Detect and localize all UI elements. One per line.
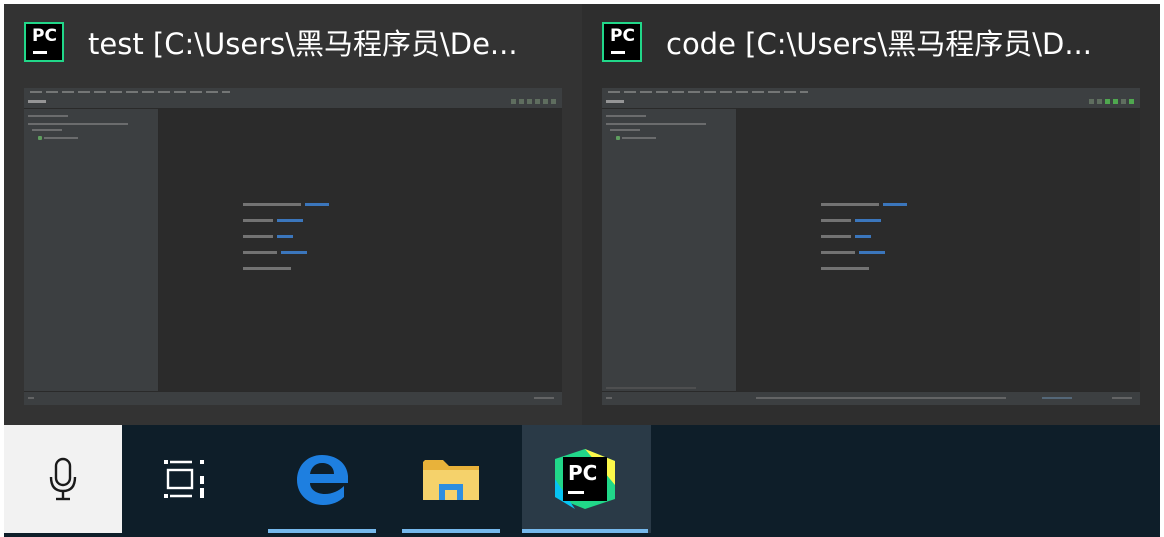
preview-status-bar [24,391,562,405]
preview-editor [159,109,562,392]
edge-taskbar-button[interactable] [268,425,376,533]
active-indicator [522,529,648,533]
task-view-button[interactable] [122,425,246,533]
preview-toolbar [24,96,562,109]
pycharm-icon: PC [24,22,64,62]
window-thumbnail-test[interactable]: PC test [C:\Users\黑马程序员\De... [4,4,582,425]
window-title: test [C:\Users\黑马程序员\De... [88,27,518,61]
pycharm-icon: PC [602,22,642,62]
task-view-icon [164,460,204,498]
taskbar-separator [648,425,651,533]
window-title: code [C:\Users\黑马程序员\D... [666,27,1092,61]
pycharm-icon-text: PC [32,26,57,46]
running-indicator [268,529,376,533]
window-preview [24,88,562,405]
taskbar-thumbnail-popup: PC test [C:\Users\黑马程序员\De... PC code [C… [4,4,1160,425]
preview-project-panel [24,109,159,392]
microphone-icon [49,457,77,501]
window-preview [602,88,1140,405]
pycharm-taskbar-button[interactable]: PC [522,425,648,533]
pycharm-icon-text: PC [568,461,598,485]
pycharm-icon: PC [555,449,615,509]
taskbar: PC [4,425,1160,537]
file-explorer-taskbar-button[interactable] [392,425,510,533]
microphone-button[interactable] [4,425,122,533]
desktop-stage: PC test [C:\Users\黑马程序员\De... PC code [C… [0,0,1164,537]
edge-icon [297,455,348,505]
pycharm-icon-text: PC [610,26,635,46]
preview-menu-bar [602,88,1140,96]
window-thumbnail-code[interactable]: PC code [C:\Users\黑马程序员\D... [582,4,1160,425]
running-indicator [402,529,500,533]
preview-status-bar [602,391,1140,405]
preview-project-panel [602,109,737,392]
preview-toolbar [602,96,1140,109]
preview-menu-bar [24,88,562,96]
folder-icon [423,460,479,500]
thumbnail-title-bar: PC code [C:\Users\黑马程序员\D... [602,18,1142,66]
thumbnail-title-bar: PC test [C:\Users\黑马程序员\De... [24,18,564,66]
preview-editor [737,109,1140,392]
